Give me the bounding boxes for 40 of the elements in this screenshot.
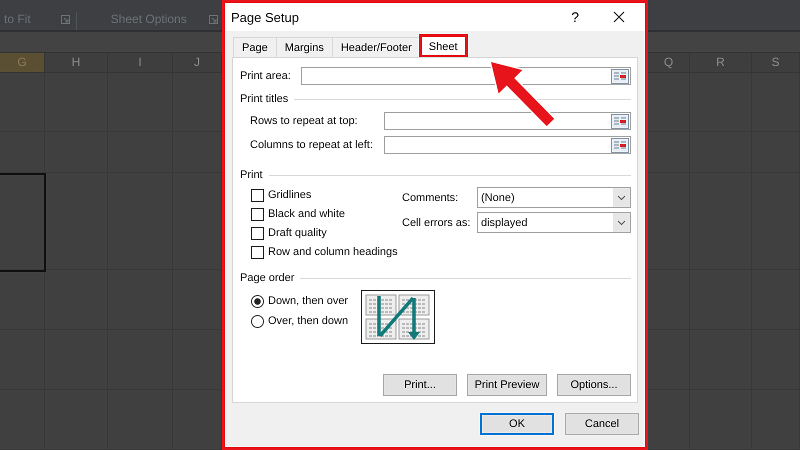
dialog-button[interactable]: OK [480, 413, 554, 435]
section-heading: Print titles [240, 93, 288, 105]
checkbox-label: Gridlines [268, 189, 312, 201]
window-title: Page Setup [231, 10, 300, 24]
dropdown[interactable]: (None) [477, 187, 631, 208]
radio-button[interactable] [251, 314, 264, 328]
radio-label: Over, then down [268, 315, 348, 327]
radio-label: Down, then over [268, 295, 348, 307]
dropdown-label: Comments: [402, 192, 460, 204]
dialog-button[interactable]: Print Preview [467, 374, 547, 396]
dialog-button[interactable]: Print... [383, 374, 457, 396]
checkbox[interactable] [251, 208, 264, 220]
checkbox[interactable] [251, 246, 264, 258]
field-label: Columns to repeat at left: [250, 139, 374, 151]
checkbox-label: Draft quality [268, 227, 327, 239]
radio-button[interactable] [251, 294, 264, 308]
collapse-dialog-icon[interactable] [611, 69, 629, 84]
collapse-dialog-icon[interactable] [611, 114, 629, 129]
tab[interactable]: Page [233, 37, 277, 57]
close-icon[interactable] [613, 11, 625, 23]
section-heading: Page order [240, 272, 294, 284]
input-field[interactable] [384, 112, 631, 130]
field-label: Print area: [240, 70, 291, 82]
checkbox[interactable] [251, 188, 264, 202]
input-field[interactable] [300, 67, 631, 85]
section-heading: Print [240, 169, 263, 181]
dialog-button[interactable]: Cancel [565, 413, 639, 435]
checkbox[interactable] [251, 226, 264, 240]
field-label: Rows to repeat at top: [250, 115, 359, 127]
dialog-button[interactable]: Options... [557, 374, 631, 396]
collapse-dialog-icon[interactable] [611, 138, 629, 153]
dropdown-label: Cell errors as: [402, 216, 472, 228]
help-button[interactable]: ? [571, 9, 579, 25]
checkbox-label: Black and white [268, 208, 346, 220]
input-field[interactable] [384, 136, 631, 154]
chevron-down-icon [617, 194, 626, 200]
checkbox-label: Row and column headings [268, 246, 398, 258]
dropdown[interactable]: displayed [477, 212, 631, 233]
chevron-down-icon [617, 220, 626, 226]
tab[interactable]: Sheet [420, 35, 467, 57]
